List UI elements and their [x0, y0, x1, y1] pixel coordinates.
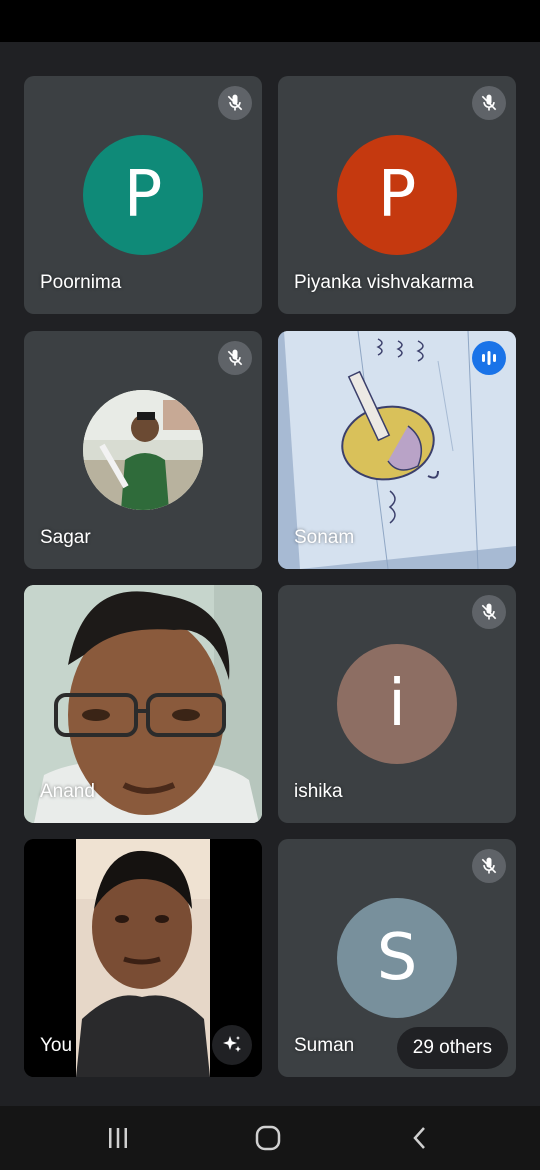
mic-off-icon — [472, 86, 506, 120]
participant-name: Sagar — [40, 527, 91, 548]
participant-name: ishika — [294, 781, 343, 802]
mic-off-icon — [472, 595, 506, 629]
home-icon[interactable] — [238, 1118, 298, 1158]
system-nav-bar — [0, 1106, 540, 1170]
participant-tile-anand[interactable]: Anand — [24, 585, 262, 823]
status-bar — [0, 0, 540, 42]
audio-level-icon — [472, 341, 506, 375]
participant-name: Suman — [294, 1035, 355, 1056]
participant-tile-ishika[interactable]: i ishika — [278, 585, 516, 823]
participant-name: Poornima — [40, 272, 122, 293]
avatar-photo — [83, 390, 203, 510]
others-participants-button[interactable]: 29 others — [396, 1027, 508, 1069]
mic-off-icon — [218, 86, 252, 120]
participant-name: Piyanka vishvakarma — [294, 272, 474, 293]
avatar: i — [337, 644, 457, 764]
participant-tile-sagar[interactable]: Sagar — [24, 331, 262, 569]
sparkle-effects-icon[interactable] — [212, 1025, 252, 1065]
back-icon[interactable] — [390, 1118, 450, 1158]
participant-tile-you[interactable]: You — [24, 839, 262, 1077]
avatar: P — [337, 135, 457, 255]
participant-tile-suman[interactable]: S Suman 29 others — [278, 839, 516, 1077]
participant-tile-piyanka[interactable]: P Piyanka vishvakarma — [278, 76, 516, 314]
avatar: S — [337, 898, 457, 1018]
participant-name: Sonam — [294, 527, 355, 548]
avatar: P — [83, 135, 203, 255]
participant-name: You — [40, 1035, 73, 1056]
participant-tile-sonam[interactable]: Sonam — [278, 331, 516, 569]
recents-icon[interactable] — [88, 1118, 148, 1158]
participant-name: Anand — [40, 781, 95, 802]
mic-off-icon — [472, 849, 506, 883]
participant-tile-poornima[interactable]: P Poornima — [24, 76, 262, 314]
mic-off-icon — [218, 341, 252, 375]
